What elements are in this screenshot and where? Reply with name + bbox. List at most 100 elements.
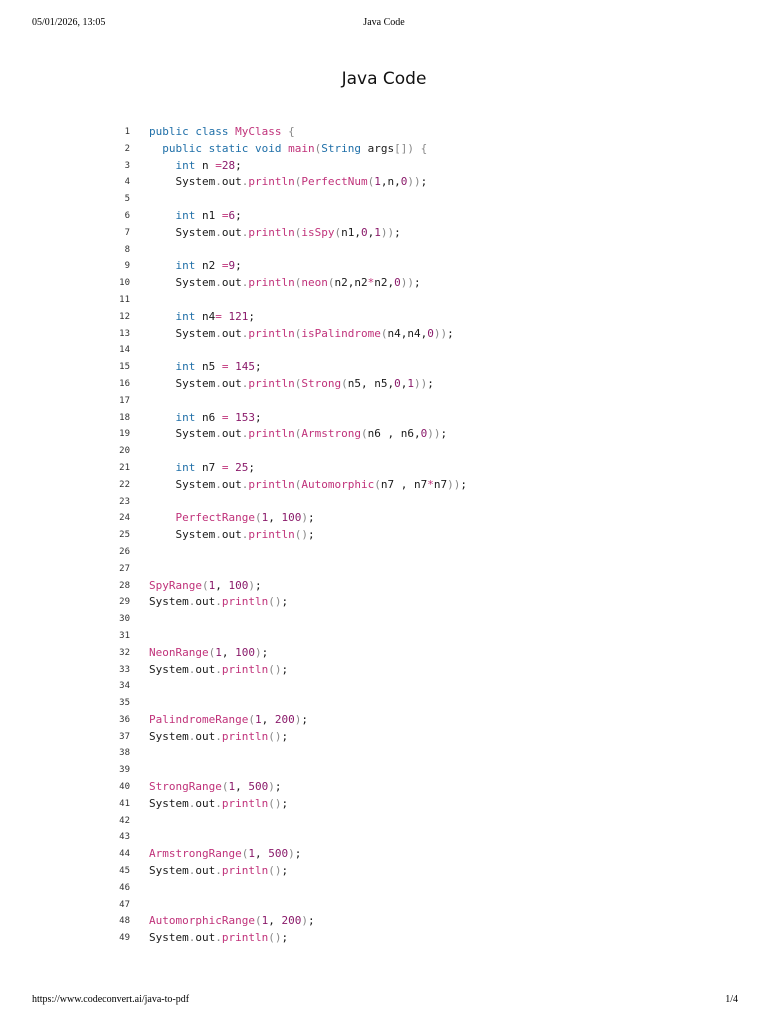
line-number: 27 — [119, 563, 130, 574]
line-number: 15 — [119, 362, 130, 373]
code-line: 30 — [0, 611, 768, 628]
line-number: 36 — [119, 714, 130, 725]
code-line: 36 PalindromeRange(1, 200); — [0, 712, 768, 729]
code-text: System.out.println(neon(n2,n2*n2,0)); — [175, 276, 421, 290]
code-line: 39 — [0, 762, 768, 779]
code-text: public static void main(String args[]) { — [162, 141, 428, 155]
code-text: System.out.println(); — [149, 729, 289, 743]
code-line: 28 SpyRange(1, 100); — [0, 578, 768, 595]
line-number: 34 — [119, 681, 130, 692]
code-line: 44 ArmstrongRange(1, 500); — [0, 846, 768, 863]
code-line: 49 System.out.println(); — [0, 930, 768, 947]
code-line: 19 System.out.println(Armstrong(n6 , n6,… — [0, 426, 768, 443]
code-text: System.out.println(); — [149, 864, 289, 878]
code-line: 8 — [0, 242, 768, 259]
code-line: 46 — [0, 880, 768, 897]
code-line: 45 System.out.println(); — [0, 863, 768, 880]
code-text: public class MyClass { — [149, 125, 295, 138]
code-text: int n2 =9; — [175, 259, 242, 273]
code-text: System.out.println(Strong(n5, n5,0,1)); — [175, 376, 434, 390]
code-text: System.out.println(); — [175, 528, 315, 542]
line-number: 33 — [119, 664, 130, 675]
line-number: 20 — [119, 446, 130, 457]
code-line: 13 System.out.println(isPalindrome(n4,n4… — [0, 326, 768, 343]
code-line: 29 System.out.println(); — [0, 594, 768, 611]
code-line: 4 System.out.println(PerfectNum(1,n,0)); — [0, 174, 768, 191]
line-number: 16 — [119, 378, 130, 389]
line-number: 32 — [119, 647, 130, 658]
line-number: 12 — [119, 311, 130, 322]
line-number: 8 — [124, 244, 130, 255]
code-line: 3 int n =28; — [0, 158, 768, 175]
code-line: 32 NeonRange(1, 100); — [0, 645, 768, 662]
code-text: System.out.println(); — [149, 796, 289, 810]
line-number: 43 — [119, 832, 130, 843]
document-title: Java Code — [341, 69, 427, 89]
code-block: 1 public class MyClass { 2 public static v… — [0, 124, 768, 947]
code-line: 11 — [0, 292, 768, 309]
code-text: NeonRange(1, 100); — [149, 645, 269, 659]
code-text: System.out.println(isPalindrome(n4,n4,0)… — [175, 326, 454, 340]
code-text: AutomorphicRange(1, 200); — [149, 914, 315, 928]
line-number: 25 — [119, 530, 130, 541]
line-number: 4 — [124, 177, 130, 188]
code-line: 22 System.out.println(Automorphic(n7 , n… — [0, 477, 768, 494]
code-line: 15 int n5 = 145; — [0, 359, 768, 376]
line-number: 14 — [119, 345, 130, 356]
code-text: StrongRange(1, 500); — [149, 780, 282, 794]
code-line: 33 System.out.println(); — [0, 662, 768, 679]
line-number: 46 — [119, 882, 130, 893]
line-number: 10 — [119, 278, 130, 289]
footer-url[interactable]: https://www.codeconvert.ai/java-to-pdf — [32, 994, 189, 1005]
code-line: 37 System.out.println(); — [0, 729, 768, 746]
code-line: 34 — [0, 678, 768, 695]
line-number: 22 — [119, 479, 130, 490]
code-line: 25 System.out.println(); — [0, 527, 768, 544]
line-number: 29 — [119, 597, 130, 608]
code-line: 40 StrongRange(1, 500); — [0, 779, 768, 796]
code-line: 31 — [0, 628, 768, 645]
line-number: 6 — [124, 210, 130, 221]
line-number: 30 — [119, 614, 130, 625]
code-text: int n4= 121; — [175, 309, 256, 323]
line-number: 35 — [119, 698, 130, 709]
line-number: 48 — [119, 916, 130, 927]
code-text: int n1 =6; — [175, 208, 242, 222]
line-number: 37 — [119, 731, 130, 742]
line-number: 31 — [119, 630, 130, 641]
line-number: 39 — [119, 765, 130, 776]
code-line: 7 System.out.println(isSpy(n1,0,1)); — [0, 225, 768, 242]
code-line: 10 System.out.println(neon(n2,n2*n2,0)); — [0, 275, 768, 292]
line-number: 13 — [119, 328, 130, 339]
code-text: int n5 = 145; — [175, 360, 262, 374]
line-number: 23 — [119, 496, 130, 507]
line-number: 28 — [119, 580, 130, 591]
code-line: 27 — [0, 561, 768, 578]
line-number: 2 — [124, 143, 130, 154]
code-line: 14 — [0, 342, 768, 359]
code-line: 38 — [0, 745, 768, 762]
line-number: 24 — [119, 513, 130, 524]
code-line: 47 — [0, 897, 768, 914]
code-text: System.out.println(); — [149, 595, 289, 609]
code-text: System.out.println(Armstrong(n6 , n6,0))… — [175, 427, 448, 441]
line-number: 38 — [119, 748, 130, 759]
page-number: 1/4 — [725, 994, 738, 1005]
line-number: 26 — [119, 546, 130, 557]
code-line: 18 int n6 = 153; — [0, 410, 768, 427]
code-line: 42 — [0, 813, 768, 830]
code-line: 26 — [0, 544, 768, 561]
code-line: 16 System.out.println(Strong(n5, n5,0,1)… — [0, 376, 768, 393]
line-number: 45 — [119, 866, 130, 877]
code-text: System.out.println(); — [149, 931, 289, 945]
code-line: 35 — [0, 695, 768, 712]
code-text: PalindromeRange(1, 200); — [149, 712, 308, 726]
code-text: PerfectRange(1, 100); — [175, 511, 315, 525]
print-header-title: Java Code — [363, 17, 405, 28]
code-line: 21 int n7 = 25; — [0, 460, 768, 477]
code-text: int n =28; — [175, 158, 242, 172]
code-line: 6 int n1 =6; — [0, 208, 768, 225]
line-number: 7 — [124, 227, 130, 238]
line-number: 1 — [124, 127, 130, 137]
code-text: ArmstrongRange(1, 500); — [149, 847, 302, 861]
